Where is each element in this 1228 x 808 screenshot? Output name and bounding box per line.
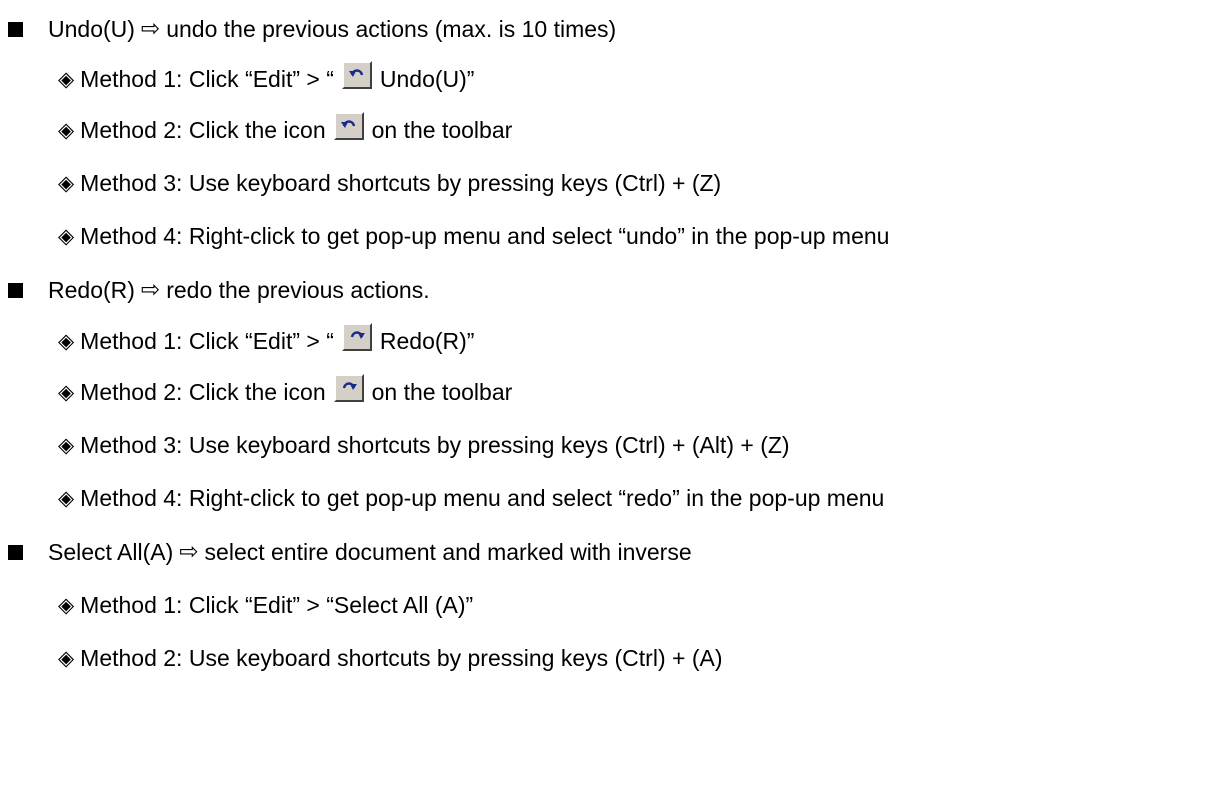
diamond-bullet-icon: ◈ [58, 486, 75, 510]
method-text-suffix: Redo(R)” [379, 328, 475, 354]
bullet-description: redo the previous actions. [166, 277, 430, 303]
method-text: Method 1: Click “Edit” > “ [80, 328, 334, 354]
select-all-method-1: ◈ Method 1: Click “Edit” > “Select All (… [58, 588, 473, 622]
diamond-bullet-icon: ◈ [58, 224, 75, 248]
undo-icon [333, 112, 364, 140]
square-bullet-icon [8, 544, 23, 560]
bullet-redo: Redo(R) ⇨ redo the previous actions. [8, 273, 430, 307]
method-text: Method 1: Click “Edit” > “Select All (A)… [80, 592, 474, 618]
document-page: Undo(U) ⇨ undo the previous actions (max… [0, 0, 1228, 808]
undo-method-2: ◈ Method 2: Click the icon on the toolba… [58, 112, 513, 147]
method-text: Method 2: Click the icon [80, 117, 326, 143]
bullet-title: Undo(U) [48, 16, 135, 42]
diamond-bullet-icon: ◈ [58, 118, 75, 142]
method-text: Method 3: Use keyboard shortcuts by pres… [80, 170, 722, 196]
undo-icon [341, 61, 372, 89]
diamond-bullet-icon: ◈ [58, 380, 75, 404]
bullet-title: Redo(R) [48, 277, 135, 303]
bullet-description: select entire document and marked with i… [204, 539, 692, 565]
method-text: Method 2: Click the icon [80, 379, 326, 405]
method-text-suffix: Undo(U)” [379, 66, 475, 92]
diamond-bullet-icon: ◈ [58, 329, 75, 353]
redo-method-3: ◈ Method 3: Use keyboard shortcuts by pr… [58, 428, 790, 462]
method-text-suffix: on the toolbar [371, 117, 513, 143]
bullet-title: Select All(A) [48, 539, 174, 565]
bullet-description: undo the previous actions (max. is 10 ti… [166, 16, 617, 42]
method-text: Method 3: Use keyboard shortcuts by pres… [80, 432, 790, 458]
right-arrow-icon: ⇨ [179, 539, 199, 565]
diamond-bullet-icon: ◈ [58, 593, 75, 617]
select-all-method-2: ◈ Method 2: Use keyboard shortcuts by pr… [58, 641, 722, 675]
diamond-bullet-icon: ◈ [58, 67, 75, 91]
undo-method-3: ◈ Method 3: Use keyboard shortcuts by pr… [58, 166, 721, 200]
redo-icon [341, 323, 372, 351]
undo-method-4: ◈ Method 4: Right-click to get pop-up me… [58, 219, 889, 253]
bullet-undo: Undo(U) ⇨ undo the previous actions (max… [8, 12, 616, 46]
method-text-suffix: on the toolbar [371, 379, 513, 405]
square-bullet-icon [8, 282, 23, 298]
method-text: Method 1: Click “Edit” > “ [80, 66, 334, 92]
diamond-bullet-icon: ◈ [58, 433, 75, 457]
square-bullet-icon [8, 21, 23, 37]
redo-method-4: ◈ Method 4: Right-click to get pop-up me… [58, 481, 884, 515]
bullet-select-all: Select All(A) ⇨ select entire document a… [8, 535, 692, 569]
method-text: Method 2: Use keyboard shortcuts by pres… [80, 645, 723, 671]
redo-icon [333, 374, 364, 402]
right-arrow-icon: ⇨ [140, 277, 161, 303]
method-text: Method 4: Right-click to get pop-up menu… [80, 223, 890, 249]
diamond-bullet-icon: ◈ [58, 171, 75, 195]
right-arrow-icon: ⇨ [140, 16, 161, 42]
diamond-bullet-icon: ◈ [58, 646, 75, 670]
method-text: Method 4: Right-click to get pop-up menu… [80, 485, 885, 511]
redo-method-1: ◈ Method 1: Click “Edit” > “ Redo(R)” [58, 323, 475, 358]
undo-method-1: ◈ Method 1: Click “Edit” > “ Undo(U)” [58, 61, 475, 96]
redo-method-2: ◈ Method 2: Click the icon on the toolba… [58, 374, 513, 409]
